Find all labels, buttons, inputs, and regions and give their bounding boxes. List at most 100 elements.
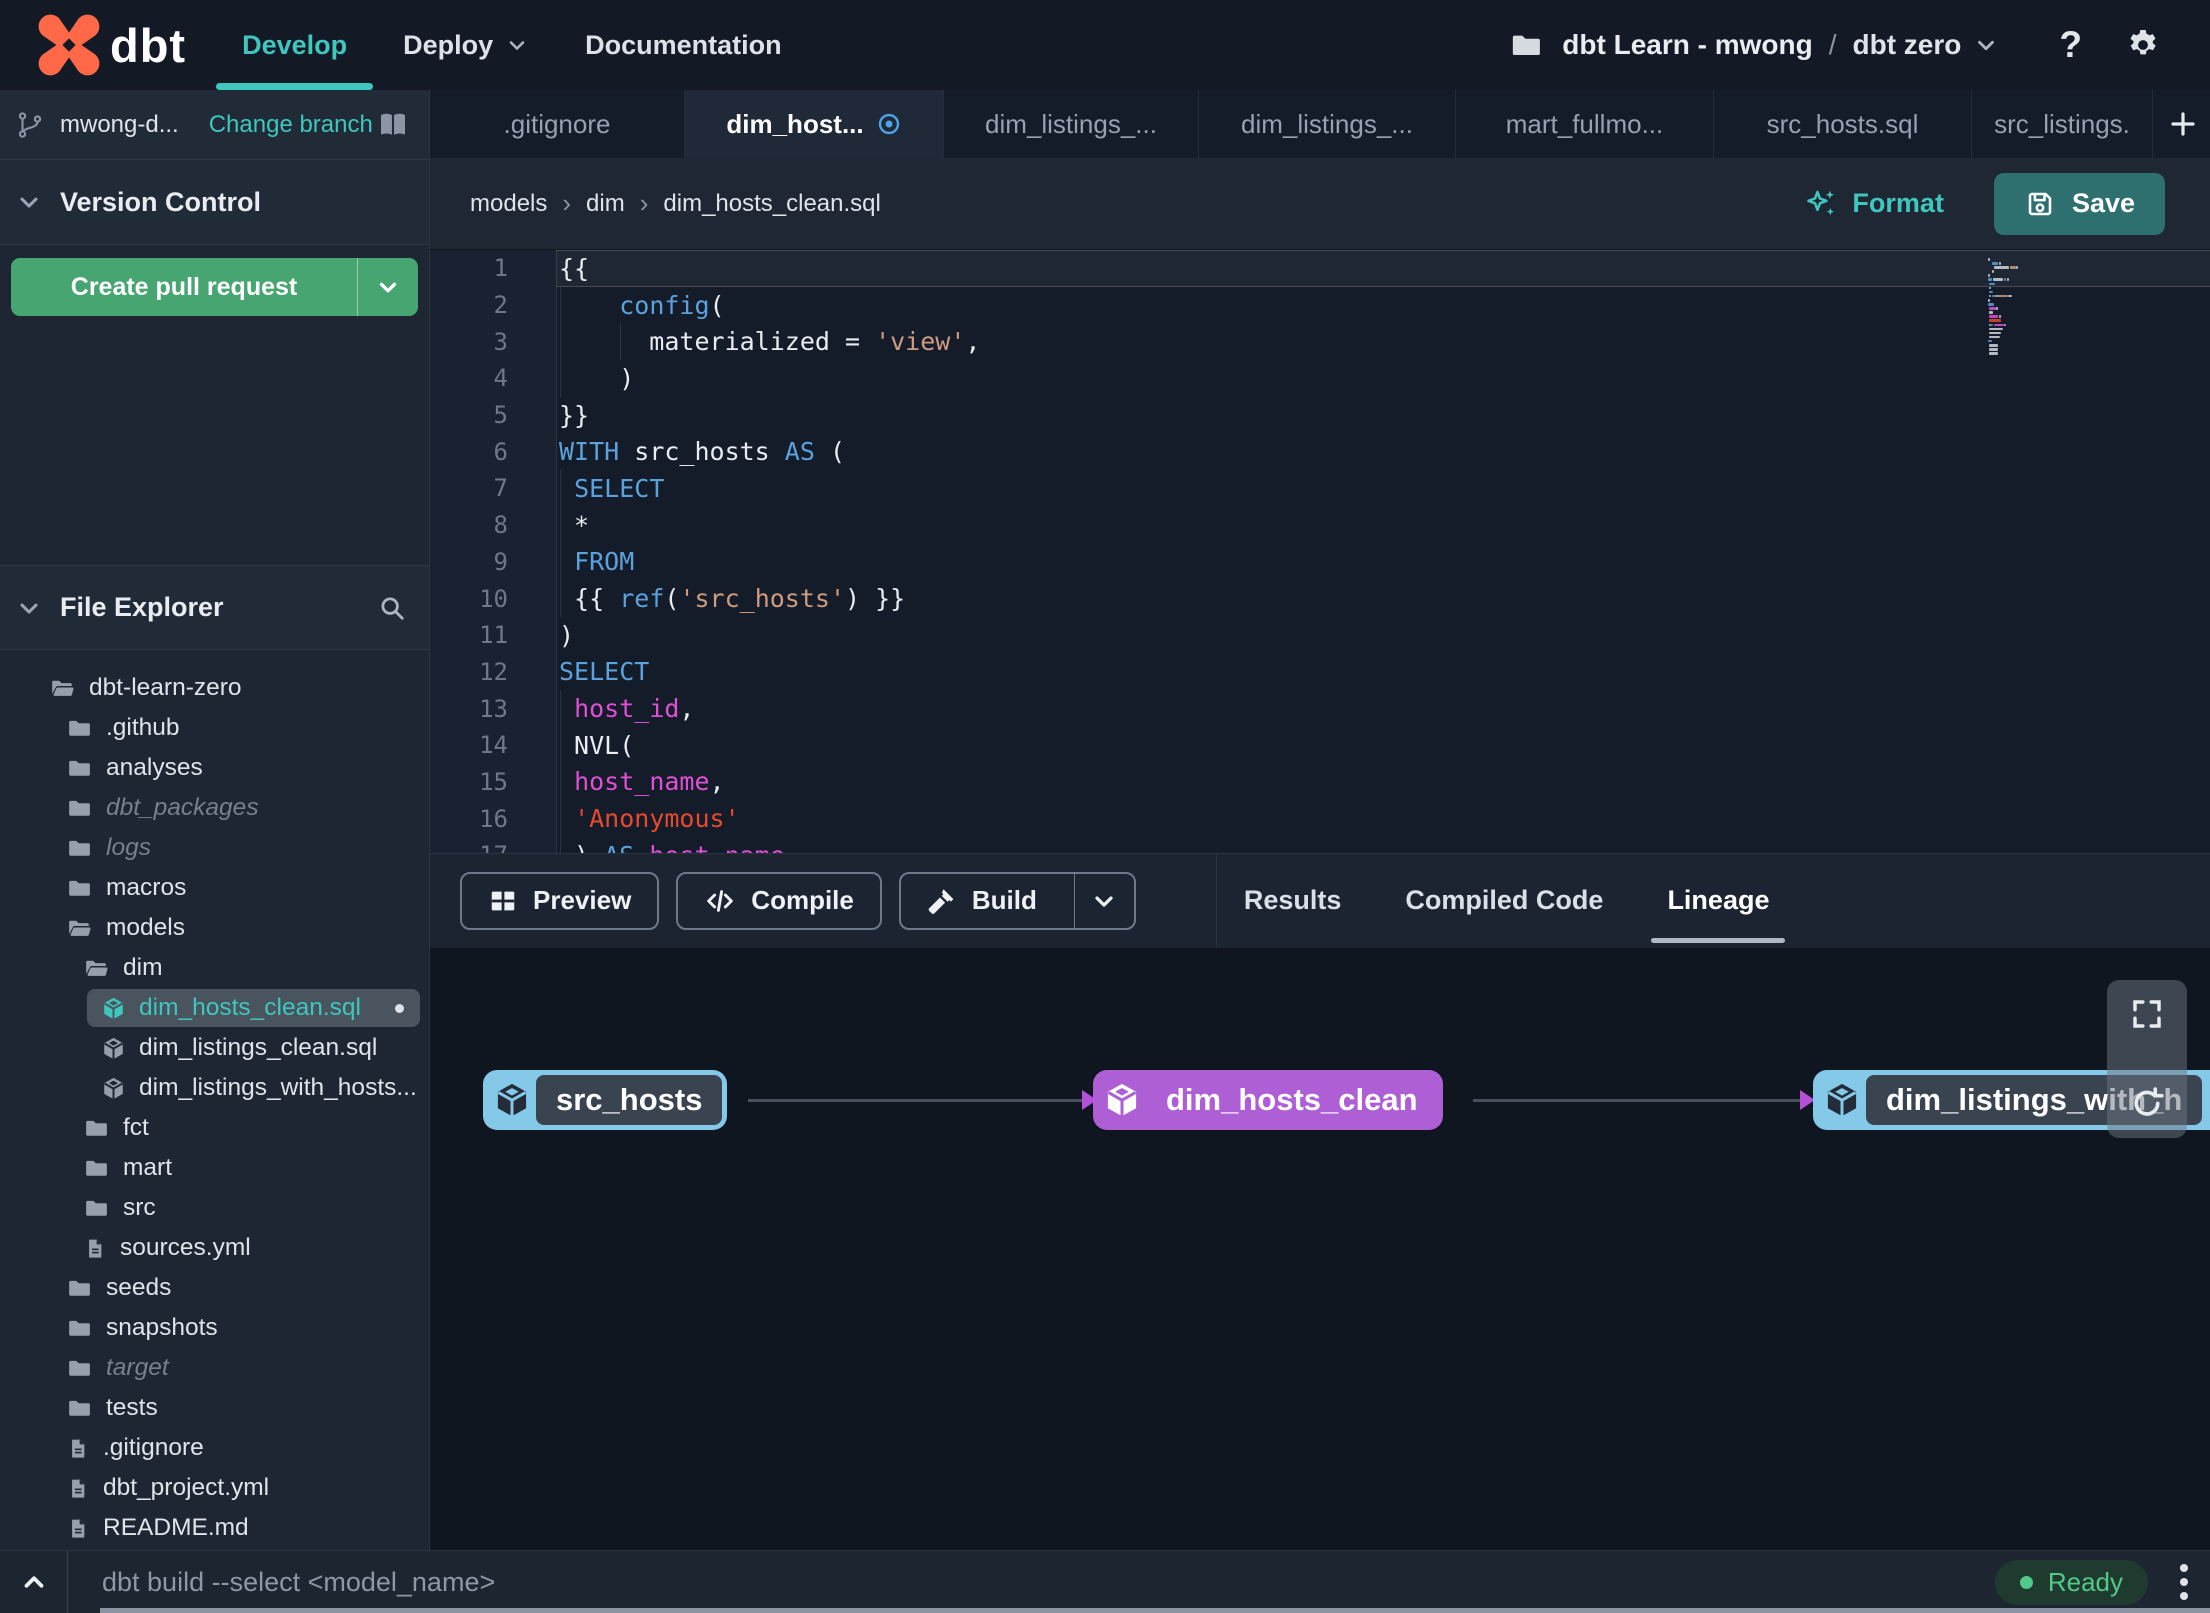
line-number: 7 xyxy=(493,474,508,503)
tree-item-sources-yml[interactable]: sources.yml xyxy=(0,1228,429,1268)
tab-dim-listings-[interactable]: dim_listings_... xyxy=(944,90,1199,158)
lineage-node-dim-hosts-clean[interactable]: dim_hosts_clean xyxy=(1093,1069,1443,1130)
tree-item-dbt-packages[interactable]: dbt_packages xyxy=(0,788,429,828)
tab-mart-fullmo-[interactable]: mart_fullmo... xyxy=(1456,90,1714,158)
breadcrumb-item[interactable]: dim_hosts_clean.sql xyxy=(663,190,880,218)
editor-minimap[interactable] xyxy=(1988,258,2040,356)
code-line-9[interactable]: 9 FROM xyxy=(430,543,2210,581)
code-line-2[interactable]: 2 config( xyxy=(430,286,2210,324)
change-branch-link[interactable]: Change branch xyxy=(209,111,373,139)
tab-src-listings-[interactable]: src_listings. xyxy=(1972,90,2153,158)
tree-item-src[interactable]: src xyxy=(0,1188,429,1228)
code-line-7[interactable]: 7 SELECT xyxy=(430,470,2210,507)
tree-item-label: dim_hosts_clean.sql xyxy=(139,994,361,1021)
indent-guide xyxy=(620,323,622,361)
nav-documentation[interactable]: Documentation xyxy=(585,0,782,90)
line-number: 11 xyxy=(479,621,508,650)
code-editor[interactable]: 1{{2 config(3 materialized = 'view', 4 ) 5… xyxy=(430,250,2210,853)
tree-item-macros[interactable]: macros xyxy=(0,868,429,908)
code-line-13[interactable]: 13 host_id, xyxy=(430,690,2210,727)
format-button[interactable]: Format xyxy=(1804,187,1944,221)
version-control-title: Version Control xyxy=(60,186,262,217)
panel-tab-lineage[interactable]: Lineage xyxy=(1635,854,1801,948)
nav-develop[interactable]: Develop xyxy=(216,0,374,90)
chevron-down-icon xyxy=(375,274,401,300)
gear-icon[interactable] xyxy=(2124,26,2162,64)
token-plain: ( xyxy=(664,584,680,614)
token-keyword: FROM xyxy=(574,547,635,577)
build-button[interactable]: Build xyxy=(898,871,1136,930)
tree-item-label: src xyxy=(123,1194,156,1221)
chevron-down-icon[interactable] xyxy=(1973,32,1999,58)
tree-item-mart[interactable]: mart xyxy=(0,1148,429,1188)
tree-item-dbt-learn-zero[interactable]: dbt-learn-zero xyxy=(0,668,429,708)
tree-item-logs[interactable]: logs xyxy=(0,828,429,868)
panel-tab-compiled-code[interactable]: Compiled Code xyxy=(1373,854,1635,948)
chevron-down-icon xyxy=(1090,887,1118,915)
command-bar-toggle[interactable] xyxy=(0,1551,68,1613)
save-button[interactable]: Save xyxy=(1993,172,2165,235)
code-line-12[interactable]: 12 SELECT xyxy=(430,654,2210,691)
nav-deploy[interactable]: Deploy xyxy=(403,0,529,90)
code-line-16[interactable]: 16 'Anonymous' xyxy=(430,800,2210,837)
tree-item-analyses[interactable]: analyses xyxy=(0,748,429,788)
tree-item-label: dbt_project.yml xyxy=(103,1474,270,1501)
new-tab-button[interactable] xyxy=(2156,90,2210,158)
tree-item-dim[interactable]: dim xyxy=(0,948,429,988)
code-line-8[interactable]: 8 * xyxy=(430,506,2210,544)
search-icon[interactable] xyxy=(377,593,407,623)
token-keyword: WITH xyxy=(559,437,620,467)
bottom-scrollbar[interactable] xyxy=(100,1608,2210,1613)
breadcrumb-item[interactable]: models xyxy=(470,190,547,218)
code-line-5[interactable]: 5}} xyxy=(430,397,2210,434)
code-line-11[interactable]: 11) xyxy=(430,617,2210,654)
code-line-4[interactable]: 4 ) xyxy=(430,360,2210,397)
version-control-header[interactable]: Version Control xyxy=(0,160,429,245)
tab-dim-listings-[interactable]: dim_listings_... xyxy=(1199,90,1456,158)
folder-icon xyxy=(84,1115,110,1141)
refresh-icon[interactable] xyxy=(2128,1084,2166,1122)
tree-item-fct[interactable]: fct xyxy=(0,1108,429,1148)
create-pr-dropdown[interactable] xyxy=(358,258,418,316)
lineage-canvas[interactable]: src_hosts dim_hosts_clean dim_listings_wit… xyxy=(430,947,2210,1550)
code-line-10[interactable]: 10 {{ ref('src_hosts') }} xyxy=(430,580,2210,617)
code-line-3[interactable]: 3 materialized = 'view', xyxy=(430,323,2210,361)
code-line-17[interactable]: 17 ) AS host_name, xyxy=(430,837,2210,853)
tree-item-dim-hosts-clean-sql[interactable]: dim_hosts_clean.sql xyxy=(0,988,429,1028)
tab-src-hosts-sql[interactable]: src_hosts.sql xyxy=(1714,90,1972,158)
code-line-14[interactable]: 14 NVL( xyxy=(430,726,2210,764)
compile-button[interactable]: Compile xyxy=(676,871,882,930)
kebab-menu-icon[interactable] xyxy=(2176,1560,2192,1604)
fullscreen-icon[interactable] xyxy=(2129,996,2165,1032)
tree-item--github[interactable]: .github xyxy=(0,708,429,748)
tab--gitignore[interactable]: .gitignore xyxy=(430,90,685,158)
code-line-6[interactable]: 6 WITH src_hosts AS ( xyxy=(430,433,2210,470)
help-button[interactable]: ? xyxy=(2059,24,2082,66)
tree-item-dim-listings-clean-sql[interactable]: dim_listings_clean.sql xyxy=(0,1028,429,1068)
tree-item--gitignore[interactable]: .gitignore xyxy=(0,1428,429,1468)
lineage-node-src-hosts[interactable]: src_hosts xyxy=(483,1069,728,1130)
preview-button[interactable]: Preview xyxy=(460,871,660,930)
panel-tab-results[interactable]: Results xyxy=(1212,854,1374,948)
tree-item-readme-md[interactable]: README.md xyxy=(0,1508,429,1548)
tree-item-target[interactable]: target xyxy=(0,1348,429,1388)
tree-item-seeds[interactable]: seeds xyxy=(0,1268,429,1308)
model-cube-icon xyxy=(1818,1075,1866,1125)
tree-item-dbt-project-yml[interactable]: dbt_project.yml xyxy=(0,1468,429,1508)
code-line-1[interactable]: 1 {{ xyxy=(430,250,2210,287)
code-line-15[interactable]: 15 host_name, xyxy=(430,763,2210,801)
create-pull-request-button[interactable]: Create pull request xyxy=(11,258,418,316)
command-input[interactable]: dbt build --select <model_name> xyxy=(102,1567,495,1598)
tree-item-snapshots[interactable]: snapshots xyxy=(0,1308,429,1348)
docs-book-icon[interactable] xyxy=(377,109,409,141)
branch-name: mwong-d... xyxy=(60,110,179,138)
build-dropdown[interactable] xyxy=(1073,873,1134,928)
tree-item-tests[interactable]: tests xyxy=(0,1388,429,1428)
tab-dim-host-[interactable]: dim_host... xyxy=(685,90,944,158)
environment-selector[interactable]: dbt zero xyxy=(1853,29,1962,61)
breadcrumb-item[interactable]: dim xyxy=(586,190,625,218)
tree-item-dim-listings-with-hosts-[interactable]: dim_listings_with_hosts... xyxy=(0,1068,429,1108)
tree-item-models[interactable]: models xyxy=(0,908,429,948)
token-plain: NVL( xyxy=(559,730,635,760)
file-explorer-header[interactable]: File Explorer xyxy=(0,565,429,650)
